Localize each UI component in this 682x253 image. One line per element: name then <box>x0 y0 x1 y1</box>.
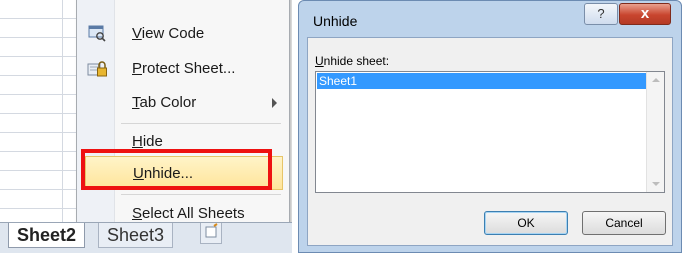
close-button[interactable]: x <box>619 3 671 25</box>
dialog-titlebar[interactable]: Unhide ? x <box>299 1 681 37</box>
list-item[interactable]: Sheet1 <box>316 72 647 90</box>
sheet-tab-bar: Sheet2 Sheet3 <box>0 222 292 253</box>
highlight-annotation-box <box>81 149 272 190</box>
unhide-sheet-label: Unhide sheet: <box>315 54 390 68</box>
dialog-body: Unhide sheet: Sheet1 OK Cancel <box>307 37 673 246</box>
cancel-button[interactable]: Cancel <box>582 211 666 235</box>
view-code-icon <box>87 24 107 42</box>
help-button[interactable]: ? <box>584 3 618 25</box>
hidden-sheets-listbox[interactable]: Sheet1 <box>315 71 665 193</box>
submenu-arrow-icon <box>272 98 277 108</box>
sheet-tab-sheet3[interactable]: Sheet3 <box>98 223 174 248</box>
menu-item-view-code[interactable]: View Code <box>77 17 289 51</box>
ok-button[interactable]: OK <box>484 211 568 235</box>
insert-sheet-button[interactable] <box>200 223 222 244</box>
excel-sheet-area: View Code Protect Sheet... Tab Color Hid… <box>0 0 292 253</box>
sheet-context-menu: View Code Protect Sheet... Tab Color Hid… <box>76 0 290 230</box>
menu-item-tab-color[interactable]: Tab Color <box>77 86 289 120</box>
dialog-title: Unhide <box>313 13 358 29</box>
close-icon: x <box>640 5 650 22</box>
unhide-dialog: Unhide ? x Unhide sheet: Sheet1 OK Cance… <box>298 0 682 253</box>
scroll-down-icon[interactable] <box>652 182 660 186</box>
sheet-tab-sheet2[interactable]: Sheet2 <box>8 223 86 248</box>
menu-separator <box>121 194 281 195</box>
menu-separator <box>121 123 281 124</box>
menu-item-protect-sheet[interactable]: Protect Sheet... <box>77 52 289 86</box>
protect-sheet-icon <box>87 59 107 77</box>
worksheet-grid <box>0 0 80 222</box>
scroll-up-icon[interactable] <box>652 78 660 82</box>
listbox-scrollbar[interactable] <box>646 72 664 192</box>
help-icon: ? <box>597 6 605 21</box>
insert-sheet-icon <box>201 223 221 245</box>
